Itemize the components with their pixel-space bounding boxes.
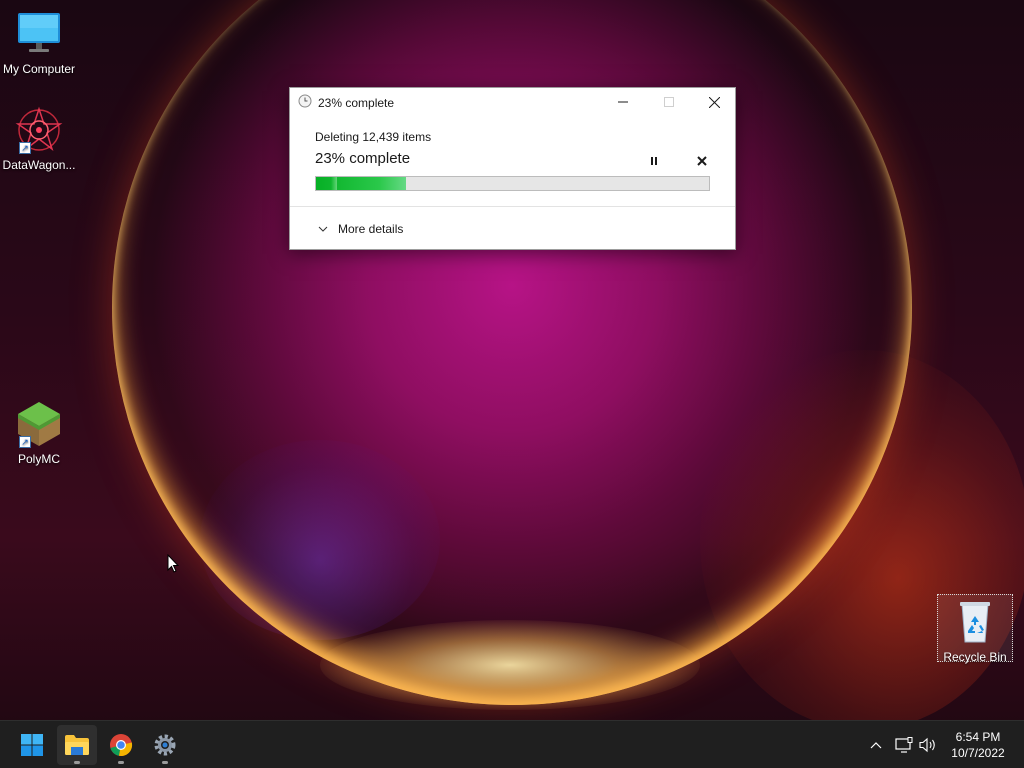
progress-shimmer: [331, 177, 337, 190]
pause-button[interactable]: [642, 152, 666, 170]
chevron-up-icon: [870, 742, 882, 749]
network-button[interactable]: [894, 735, 914, 755]
taskbar: 6:54 PM 10/7/2022: [0, 720, 1024, 768]
volume-button[interactable]: [918, 735, 938, 755]
maximize-button: [646, 88, 692, 116]
minimize-icon: [618, 101, 628, 103]
running-indicator: [74, 761, 80, 764]
divider: [290, 206, 735, 207]
system-clock[interactable]: 6:54 PM 10/7/2022: [942, 729, 1014, 761]
clock-date: 10/7/2022: [951, 746, 1005, 760]
network-icon: [895, 737, 913, 753]
close-icon: [697, 156, 707, 166]
recycle-bin-icon: [951, 598, 999, 646]
chevron-down-icon: [318, 226, 328, 232]
close-icon: [708, 96, 720, 108]
desktop-icon-recycle-bin[interactable]: Recycle Bin: [937, 598, 1013, 664]
wallpaper-glow-bottom: [320, 620, 700, 710]
pause-icon: [651, 157, 657, 165]
datawagon-icon: ↗: [15, 106, 63, 154]
chrome-icon: [110, 734, 133, 756]
volume-icon: [919, 737, 935, 753]
progress-fill: [316, 177, 407, 190]
show-hidden-icons-button[interactable]: [866, 735, 886, 755]
taskbar-settings[interactable]: [145, 725, 185, 765]
taskbar-chrome[interactable]: [101, 725, 141, 765]
monitor-icon: [15, 10, 63, 58]
desktop-icon-label: My Computer: [2, 62, 76, 76]
desktop-icon-datawagon[interactable]: ↗ DataWagon...: [1, 106, 77, 172]
more-details-toggle[interactable]: More details: [318, 222, 403, 236]
start-button[interactable]: [12, 725, 52, 765]
operation-description: Deleting 12,439 items: [315, 130, 432, 144]
desktop-icon-label: Recycle Bin: [943, 650, 1007, 664]
minimize-button[interactable]: [600, 88, 646, 116]
delete-progress-dialog: 23% complete Deleting 12,439 items 23% c…: [289, 87, 736, 250]
clock-time: 6:54 PM: [955, 730, 1001, 744]
folder-icon: [65, 735, 89, 755]
desktop-icon-label: DataWagon...: [2, 158, 76, 172]
desktop-icon-polymc[interactable]: ↗ PolyMC: [1, 400, 77, 466]
maximize-icon: [664, 97, 674, 107]
running-indicator: [118, 761, 124, 764]
desktop-icon-label: PolyMC: [17, 452, 60, 466]
dialog-title: 23% complete: [318, 96, 395, 110]
shortcut-arrow-icon: ↗: [19, 142, 31, 154]
clock-icon: [298, 94, 312, 108]
desktop-icon-my-computer[interactable]: My Computer: [1, 10, 77, 76]
progress-bar: [315, 176, 710, 191]
close-button[interactable]: [691, 88, 737, 116]
dialog-titlebar[interactable]: 23% complete: [290, 88, 735, 116]
more-details-label: More details: [338, 222, 404, 236]
cancel-operation-button[interactable]: [690, 152, 714, 170]
mouse-cursor-icon: [167, 553, 180, 579]
running-indicator: [162, 761, 168, 764]
percent-complete: 23% complete: [315, 150, 411, 167]
taskbar-file-explorer[interactable]: [57, 725, 97, 765]
windows-start-icon: [21, 734, 43, 756]
shortcut-arrow-icon: ↗: [19, 436, 31, 448]
polymc-icon: ↗: [15, 400, 63, 448]
gear-icon: [154, 734, 176, 756]
